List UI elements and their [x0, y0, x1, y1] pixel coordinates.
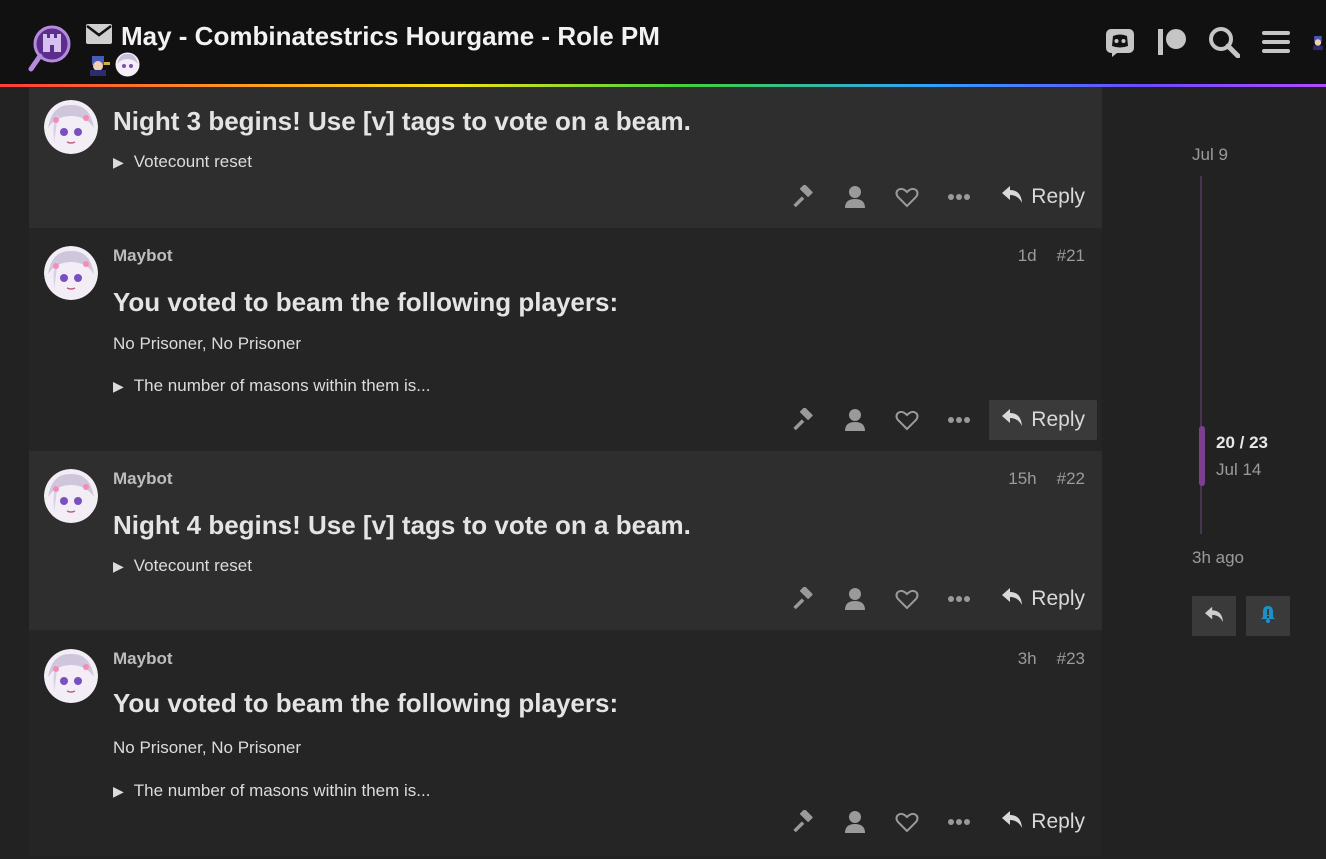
post-actions: Reply — [777, 400, 1097, 440]
reply-button[interactable]: Reply — [989, 400, 1097, 440]
details-toggle[interactable]: ▶ The number of masons within them is... — [113, 781, 430, 801]
gavel-icon[interactable] — [777, 400, 829, 440]
reply-label: Reply — [1031, 185, 1085, 208]
post-meta: 1d #21 — [1018, 246, 1085, 266]
details-summary: Votecount reset — [133, 152, 252, 171]
post-actions: Reply — [777, 177, 1097, 217]
reply-arrow-icon — [1001, 809, 1023, 835]
gavel-icon[interactable] — [777, 177, 829, 217]
disclosure-triangle-icon: ▶ — [113, 782, 124, 799]
avatar[interactable] — [44, 469, 98, 523]
timeline-controls — [1192, 596, 1290, 636]
more-options-icon[interactable] — [933, 579, 985, 619]
bell-icon — [1259, 605, 1277, 628]
timeline-end-label[interactable]: 3h ago — [1192, 548, 1244, 568]
details-toggle[interactable]: ▶ Votecount reset — [113, 556, 252, 576]
post-age[interactable]: 15h — [1008, 469, 1036, 489]
post-meta: 15h #22 — [1008, 469, 1085, 489]
avatar[interactable] — [44, 100, 98, 154]
reply-label: Reply — [1031, 810, 1085, 833]
timeline-position: 20 / 23 — [1216, 433, 1268, 452]
post-number[interactable]: #23 — [1057, 649, 1085, 669]
heart-icon[interactable] — [881, 177, 933, 217]
topic-title-row: May - Combinatestrics Hourgame - Role PM — [85, 20, 660, 52]
heart-icon[interactable] — [881, 400, 933, 440]
details-summary: Votecount reset — [133, 556, 252, 575]
notification-button[interactable] — [1246, 596, 1290, 636]
post-number[interactable]: #21 — [1057, 246, 1085, 266]
timeline-position-date: Jul 14 — [1216, 460, 1262, 479]
details-summary: The number of masons within them is... — [133, 376, 431, 395]
post-heading: You voted to beam the following players: — [113, 688, 619, 718]
hamburger-menu-icon[interactable] — [1260, 26, 1292, 58]
disclosure-triangle-icon: ▶ — [113, 377, 124, 394]
disclosure-triangle-icon: ▶ — [113, 557, 124, 574]
user-icon[interactable] — [829, 579, 881, 619]
header-icons — [1104, 26, 1326, 58]
details-toggle[interactable]: ▶ Votecount reset — [113, 152, 252, 172]
post: Maybot 1d #21 You voted to beam the foll… — [29, 228, 1102, 451]
post-actions: Reply — [777, 579, 1097, 619]
post-heading: Night 4 begins! Use [v] tags to vote on … — [113, 510, 691, 540]
reply-button[interactable]: Reply — [989, 177, 1097, 217]
post-number[interactable]: #22 — [1057, 469, 1085, 489]
heart-icon[interactable] — [881, 579, 933, 619]
post-age[interactable]: 1d — [1018, 246, 1037, 266]
reply-arrow-icon — [1001, 586, 1023, 612]
reply-arrow-icon — [1001, 407, 1023, 433]
post: Maybot 15h #22 Night 4 begins! Use [v] t… — [29, 451, 1102, 630]
participant-avatar[interactable] — [115, 52, 140, 77]
post-actions: Reply — [777, 802, 1097, 842]
topic-title[interactable]: May - Combinatestrics Hourgame - Role PM — [121, 21, 660, 52]
post-age[interactable]: 3h — [1018, 649, 1037, 669]
timeline-scroll-handle[interactable] — [1199, 426, 1205, 486]
gavel-icon[interactable] — [777, 802, 829, 842]
post-body: No Prisoner, No Prisoner — [113, 334, 302, 353]
topic-timeline: Jul 9 20 / 23 Jul 14 3h ago — [1180, 140, 1300, 640]
more-options-icon[interactable] — [933, 802, 985, 842]
disclosure-triangle-icon: ▶ — [113, 153, 124, 170]
reply-label: Reply — [1031, 587, 1085, 610]
post: Maybot 3h #23 You voted to beam the foll… — [29, 630, 1102, 856]
user-avatar[interactable] — [1312, 26, 1326, 58]
user-icon[interactable] — [829, 177, 881, 217]
reply-button[interactable]: Reply — [989, 579, 1097, 619]
post-meta: 3h #23 — [1018, 649, 1085, 669]
more-options-icon[interactable] — [933, 177, 985, 217]
post-stream: Night 3 begins! Use [v] tags to vote on … — [29, 87, 1102, 856]
patreon-icon[interactable] — [1156, 26, 1188, 58]
avatar[interactable] — [44, 649, 98, 703]
reply-arrow-icon — [1204, 605, 1224, 628]
avatar[interactable] — [44, 246, 98, 300]
post-heading: Night 3 begins! Use [v] tags to vote on … — [113, 106, 691, 136]
gavel-icon[interactable] — [777, 579, 829, 619]
post-heading: You voted to beam the following players: — [113, 287, 619, 317]
post-body: No Prisoner, No Prisoner — [113, 738, 302, 757]
username[interactable]: Maybot — [113, 246, 173, 266]
discord-icon[interactable] — [1104, 26, 1136, 58]
user-icon[interactable] — [829, 802, 881, 842]
timeline-start-date[interactable]: Jul 9 — [1192, 145, 1228, 165]
heart-icon[interactable] — [881, 802, 933, 842]
reply-arrow-icon — [1001, 184, 1023, 210]
timeline-reply-button[interactable] — [1192, 596, 1236, 636]
user-icon[interactable] — [829, 400, 881, 440]
site-header: May - Combinatestrics Hourgame - Role PM — [0, 0, 1326, 86]
envelope-icon — [85, 23, 113, 50]
details-toggle[interactable]: ▶ The number of masons within them is... — [113, 376, 430, 396]
post: Night 3 begins! Use [v] tags to vote on … — [29, 87, 1102, 228]
details-summary: The number of masons within them is... — [133, 781, 431, 800]
username[interactable]: Maybot — [113, 469, 173, 489]
username[interactable]: Maybot — [113, 649, 173, 669]
participant-avatar[interactable] — [86, 52, 111, 77]
reply-label: Reply — [1031, 408, 1085, 431]
reply-button[interactable]: Reply — [989, 802, 1097, 842]
search-icon[interactable] — [1208, 26, 1240, 58]
more-options-icon[interactable] — [933, 400, 985, 440]
site-logo[interactable] — [28, 24, 78, 74]
participant-list — [86, 52, 140, 77]
